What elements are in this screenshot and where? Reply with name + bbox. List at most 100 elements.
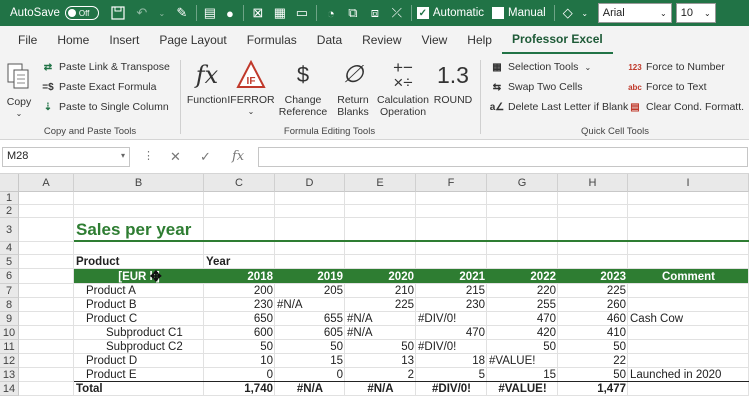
name-box[interactable]: M28 ▾ <box>2 147 130 167</box>
tab-help[interactable]: Help <box>457 26 502 54</box>
product-name-cell[interactable]: Product D <box>74 354 204 368</box>
formula-input[interactable] <box>258 147 748 167</box>
value-cell[interactable]: 2 <box>345 368 416 382</box>
undo-dropdown-icon[interactable]: ⌄ <box>153 0 171 26</box>
value-cell[interactable]: #VALUE! <box>487 354 558 368</box>
total-value-cell[interactable]: #N/A <box>275 382 345 396</box>
value-cell[interactable]: 470 <box>487 312 558 326</box>
eraser-icon[interactable]: ◇ <box>558 0 578 26</box>
column-header-b[interactable]: B <box>74 174 204 192</box>
copy-button[interactable]: Copy ⌄ <box>4 60 34 120</box>
tab-review[interactable]: Review <box>352 26 411 54</box>
force-to-text-button[interactable]: abc Force to Text <box>627 80 706 94</box>
product-name-cell[interactable]: Subproduct C2 <box>74 340 204 354</box>
tab-file[interactable]: File <box>8 26 47 54</box>
cancel-icon[interactable]: ✕ <box>170 149 181 165</box>
total-value-cell[interactable]: #DIV/0! <box>416 382 487 396</box>
value-cell[interactable]: 605 <box>275 326 345 340</box>
value-cell[interactable]: 260 <box>558 298 628 312</box>
value-cell[interactable]: 420 <box>487 326 558 340</box>
column-header-e[interactable]: E <box>345 174 416 192</box>
value-cell[interactable]: #DIV/0! <box>416 340 487 354</box>
automatic-option[interactable]: ✓ Automatic <box>416 0 484 26</box>
row-header-13[interactable]: 13 <box>0 368 19 382</box>
tab-page-layout[interactable]: Page Layout <box>149 26 236 54</box>
format-painter-icon[interactable]: ✎ <box>171 0 193 26</box>
value-cell[interactable]: 0 <box>275 368 345 382</box>
value-cell[interactable]: #N/A <box>345 312 416 326</box>
tab-data[interactable]: Data <box>307 26 352 54</box>
value-cell[interactable]: 50 <box>558 340 628 354</box>
image-icon[interactable]: ▦ <box>269 0 291 26</box>
tab-formulas[interactable]: Formulas <box>237 26 307 54</box>
value-cell[interactable]: 655 <box>275 312 345 326</box>
delete-last-letter-button[interactable]: a∠ Delete Last Letter if Blank <box>489 100 629 114</box>
force-to-number-button[interactable]: 123 Force to Number <box>627 60 724 74</box>
comment-cell[interactable]: Cash Cow <box>628 312 749 326</box>
undo-icon[interactable]: ↶ <box>131 0 153 26</box>
row-header-7[interactable]: 7 <box>0 284 19 298</box>
trace-dependents-icon[interactable]: ⧈ <box>364 0 386 26</box>
row-header-9[interactable]: 9 <box>0 312 19 326</box>
value-cell[interactable]: 22 <box>558 354 628 368</box>
column-header-h[interactable]: H <box>558 174 628 192</box>
value-cell[interactable]: 13 <box>345 354 416 368</box>
product-name-cell[interactable]: Product C <box>74 312 204 326</box>
value-cell[interactable]: 50 <box>204 340 275 354</box>
row-header-10[interactable]: 10 <box>0 326 19 340</box>
insert-function-icon[interactable]: fx <box>232 149 244 164</box>
font-name-select[interactable]: Arial ⌄ <box>597 3 672 23</box>
column-header-d[interactable]: D <box>275 174 345 192</box>
column-header-i[interactable]: I <box>628 174 749 192</box>
value-cell[interactable]: 225 <box>345 298 416 312</box>
row-header-5[interactable]: 5 <box>0 255 19 269</box>
column-header-a[interactable]: A <box>19 174 74 192</box>
change-reference-button[interactable]: $ Change Reference <box>275 58 331 119</box>
spreadsheet-grid[interactable]: A B C D E F G H I 1 2 3 4 5 6 7 8 9 10 11 12 13 14 Sales per ye… <box>0 174 749 415</box>
total-value-cell[interactable]: 1,740 <box>204 382 275 396</box>
value-cell[interactable]: 10 <box>204 354 275 368</box>
automatic-checkbox[interactable]: ✓ <box>416 7 429 19</box>
value-cell[interactable]: 0 <box>204 368 275 382</box>
product-name-cell[interactable]: Subproduct C1 <box>74 326 204 340</box>
eraser-dropdown-icon[interactable]: ⌄ <box>578 0 592 26</box>
value-cell[interactable]: 15 <box>487 368 558 382</box>
value-cell[interactable]: 200 <box>204 284 275 298</box>
value-cell[interactable]: 50 <box>487 340 558 354</box>
value-cell[interactable]: 460 <box>558 312 628 326</box>
column-header-g[interactable]: G <box>487 174 558 192</box>
product-name-cell[interactable]: Product E <box>74 368 204 382</box>
iferror-button[interactable]: IF IFERROR ⌄ <box>227 58 275 118</box>
value-cell[interactable]: #N/A <box>275 298 345 312</box>
value-cell[interactable]: 220 <box>487 284 558 298</box>
paste-single-column-button[interactable]: ⇣ Paste to Single Column <box>40 100 169 114</box>
font-size-select[interactable]: 10 ⌄ <box>675 3 716 23</box>
value-cell[interactable]: #N/A <box>345 326 416 340</box>
round-button[interactable]: 1.3 ROUND <box>433 58 473 107</box>
save-icon[interactable] <box>105 0 131 26</box>
value-cell[interactable]: 15 <box>275 354 345 368</box>
column-header-f[interactable]: F <box>416 174 487 192</box>
tab-insert[interactable]: Insert <box>99 26 149 54</box>
swap-two-cells-button[interactable]: ⇆ Swap Two Cells <box>489 80 583 94</box>
selection-tools-button[interactable]: ▦ Selection Tools ⌄ <box>489 60 591 74</box>
record-icon[interactable]: ● <box>220 0 240 26</box>
row-header-2[interactable]: 2 <box>0 205 19 218</box>
value-cell[interactable]: 50 <box>275 340 345 354</box>
row-header-8[interactable]: 8 <box>0 298 19 312</box>
value-cell[interactable]: 5 <box>416 368 487 382</box>
manual-option[interactable]: ✓Manual <box>492 0 546 26</box>
value-cell[interactable]: 600 <box>204 326 275 340</box>
manual-checkbox[interactable]: ✓ <box>492 7 505 19</box>
row-header-12[interactable]: 12 <box>0 354 19 368</box>
value-cell[interactable]: 470 <box>416 326 487 340</box>
clear-cond-format-button[interactable]: ▤ Clear Cond. Formatt. <box>627 100 744 114</box>
tab-home[interactable]: Home <box>47 26 99 54</box>
return-blanks-button[interactable]: ∅ Return Blanks <box>333 58 373 119</box>
comment-cell[interactable]: Launched in 2020 <box>628 368 749 382</box>
tab-view[interactable]: View <box>412 26 458 54</box>
value-cell[interactable]: 18 <box>416 354 487 368</box>
value-cell[interactable]: 215 <box>416 284 487 298</box>
compass-icon[interactable]: ◔ <box>320 0 342 26</box>
value-cell[interactable]: #DIV/0! <box>416 312 487 326</box>
